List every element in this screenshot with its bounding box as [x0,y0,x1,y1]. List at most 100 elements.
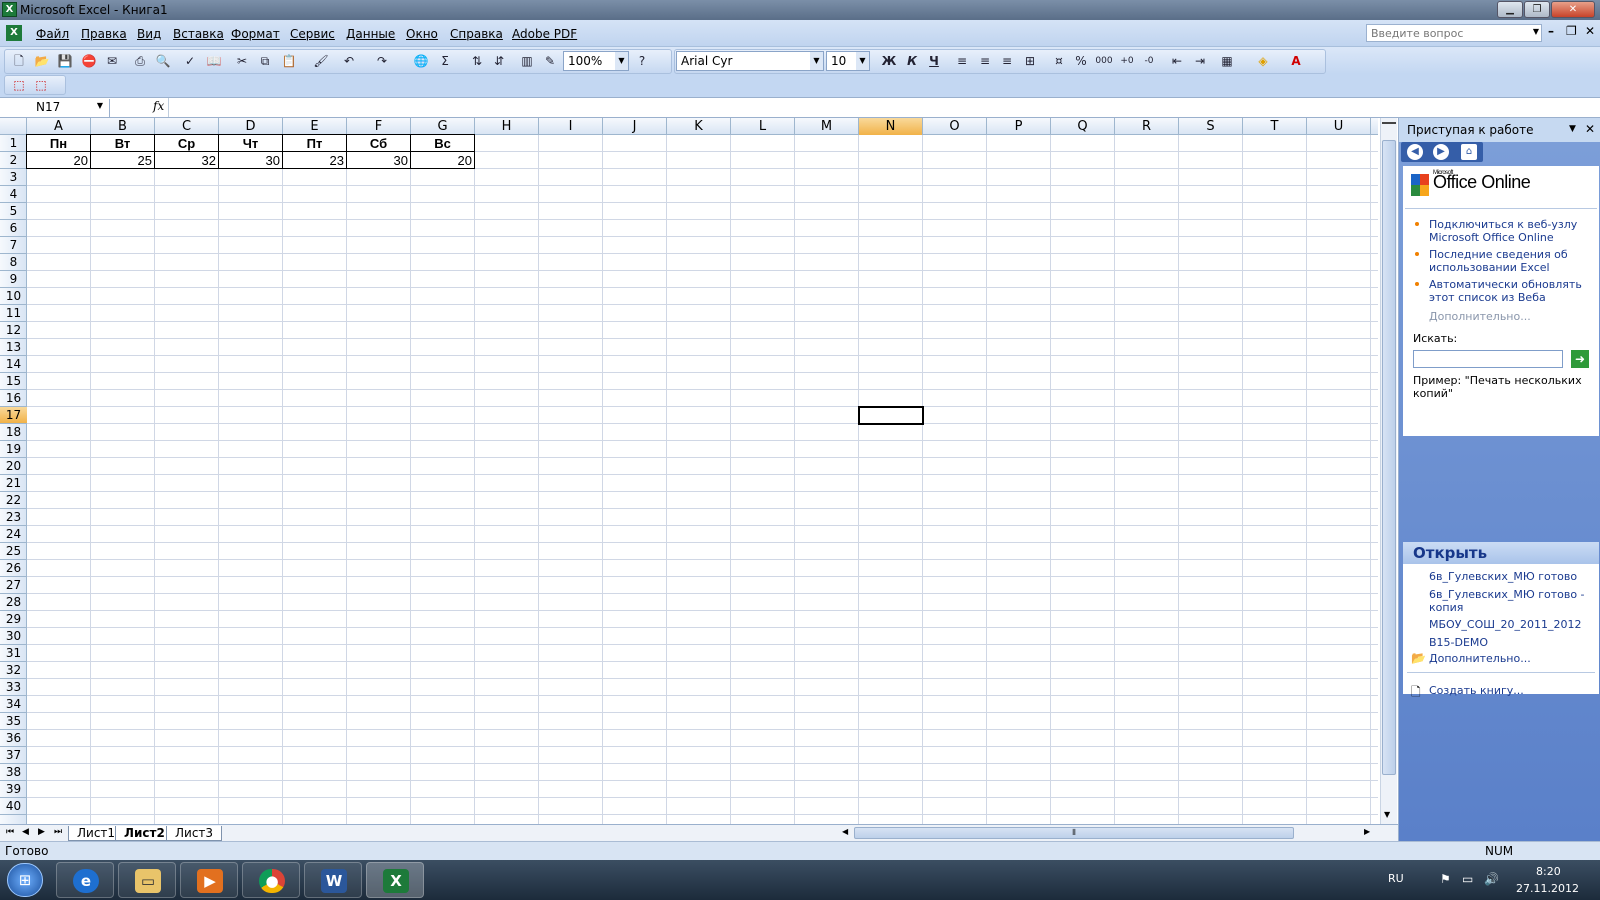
cell-header-day[interactable]: Сб [346,134,411,152]
column-header-k[interactable]: K [667,118,731,135]
vertical-scrollbar[interactable]: ▼ [1380,118,1397,824]
sheet-tab-3[interactable]: Лист3 [166,826,223,841]
borders-icon[interactable]: ▦ [1218,52,1236,70]
taskbar-explorer[interactable]: ▭ [118,862,176,898]
name-box[interactable]: N17 ▼ [0,99,110,117]
align-center-icon[interactable]: ≡ [976,52,994,70]
forward-icon[interactable]: ▶ [1433,144,1449,160]
increase-indent-icon[interactable]: ⇥ [1191,52,1209,70]
row-header-24[interactable]: 24 [0,526,27,543]
save-icon[interactable]: 💾 [56,52,74,70]
chevron-down-icon[interactable]: ▼ [856,52,869,70]
cell-value[interactable]: 20 [410,151,475,169]
currency-icon[interactable]: ¤ [1050,52,1068,70]
convert-and-email-pdf-icon[interactable]: ⬚ [32,76,50,94]
fill-color-icon[interactable]: ◈ [1254,52,1272,70]
row-header-32[interactable]: 32 [0,662,27,679]
row-header-22[interactable]: 22 [0,492,27,509]
menu-edit[interactable]: Правка [81,27,127,41]
restore-button[interactable]: ❐ [1524,1,1550,18]
taskbar-excel[interactable]: X [366,862,424,898]
doc-minimize-button[interactable]: – [1548,24,1554,38]
row-header-4[interactable]: 4 [0,186,27,203]
menu-tools[interactable]: Сервис [290,27,335,41]
start-button[interactable]: ⊞ [7,863,43,897]
row-header-21[interactable]: 21 [0,475,27,492]
active-cell-selection[interactable] [858,406,924,425]
cell-value[interactable]: 32 [154,151,219,169]
row-header-27[interactable]: 27 [0,577,27,594]
column-header-g[interactable]: G [411,118,475,135]
chevron-down-icon[interactable]: ▼ [97,101,103,110]
align-right-icon[interactable]: ≡ [998,52,1016,70]
font-name-select[interactable]: Arial Cyr ▼ [676,51,824,71]
column-header-j[interactable]: J [603,118,667,135]
cell-area[interactable]: Пн Вт Ср Чт Пт Сб Вс 20 25 32 30 23 30 20 [26,134,1378,824]
redo-icon[interactable]: ↷ [373,52,391,70]
row-header-33[interactable]: 33 [0,679,27,696]
column-header-q[interactable]: Q [1051,118,1115,135]
row-header-1[interactable]: 1 [0,135,27,152]
menu-window[interactable]: Окно [406,27,438,41]
decrease-indent-icon[interactable]: ⇤ [1168,52,1186,70]
taskbar-word[interactable]: W [304,862,362,898]
cell-header-day[interactable]: Чт [218,134,283,152]
row-header-39[interactable]: 39 [0,781,27,798]
paste-icon[interactable]: 📋 [280,52,298,70]
bold-button[interactable]: Ж [880,52,898,70]
percent-icon[interactable]: % [1072,52,1090,70]
row-header-34[interactable]: 34 [0,696,27,713]
menu-help[interactable]: Справка [450,27,503,41]
menu-insert[interactable]: Вставка [173,27,224,41]
undo-icon[interactable]: ↶ [340,52,358,70]
first-sheet-icon[interactable]: ⏮ [6,827,14,837]
menu-adobe-pdf[interactable]: Adobe PDF [512,27,577,41]
row-header-20[interactable]: 20 [0,458,27,475]
link-auto-update[interactable]: Автоматически обновлять этот список из В… [1429,278,1591,304]
column-header-d[interactable]: D [219,118,283,135]
row-header-8[interactable]: 8 [0,254,27,271]
cell-value[interactable]: 30 [346,151,411,169]
autosum-icon[interactable]: Σ [436,52,454,70]
row-header-31[interactable]: 31 [0,645,27,662]
row-header-2[interactable]: 2 [0,152,27,169]
chevron-down-icon[interactable]: ▼ [810,52,823,70]
chevron-down-icon[interactable]: ▼ [1569,124,1576,134]
formula-input[interactable] [172,100,1572,116]
row-header-11[interactable]: 11 [0,305,27,322]
horizontal-scroll-thumb[interactable]: ⦀ [854,827,1294,839]
new-icon[interactable]: 🗋 [10,52,28,70]
column-header-l[interactable]: L [731,118,795,135]
horizontal-scrollbar[interactable]: ◀ ⦀ ▶ [838,826,1378,840]
permission-icon[interactable]: ⛔ [80,52,98,70]
row-header-16[interactable]: 16 [0,390,27,407]
select-all-corner[interactable] [0,118,27,135]
font-color-icon[interactable]: A [1287,52,1305,70]
language-indicator[interactable]: RU [1388,872,1404,885]
recent-file-2[interactable]: 6в_Гулевских_МЮ готово - копия [1429,588,1589,614]
convert-to-pdf-icon[interactable]: ⬚ [10,76,28,94]
cell-header-day[interactable]: Ср [154,134,219,152]
cell-value[interactable]: 30 [218,151,283,169]
row-header-19[interactable]: 19 [0,441,27,458]
column-header-t[interactable]: T [1243,118,1307,135]
menu-view[interactable]: Вид [137,27,161,41]
cell-header-day[interactable]: Вт [90,134,155,152]
taskbar-media-player[interactable]: ▶ [180,862,238,898]
row-header-38[interactable]: 38 [0,764,27,781]
close-window-button[interactable]: ✕ [1551,1,1595,18]
column-header-r[interactable]: R [1115,118,1179,135]
merge-center-icon[interactable]: ⊞ [1021,52,1039,70]
cell-value[interactable]: 23 [282,151,347,169]
column-header-i[interactable]: I [539,118,603,135]
underline-button[interactable]: Ч [925,52,943,70]
scroll-left-icon[interactable]: ◀ [842,827,848,836]
row-header-36[interactable]: 36 [0,730,27,747]
clock-time[interactable]: 8:20 [1536,865,1561,878]
row-header-37[interactable]: 37 [0,747,27,764]
doc-restore-button[interactable]: ❐ [1566,24,1577,38]
open-icon[interactable]: 📂 [33,52,51,70]
row-header-30[interactable]: 30 [0,628,27,645]
thousands-icon[interactable]: 000 [1095,52,1113,70]
row-header-35[interactable]: 35 [0,713,27,730]
